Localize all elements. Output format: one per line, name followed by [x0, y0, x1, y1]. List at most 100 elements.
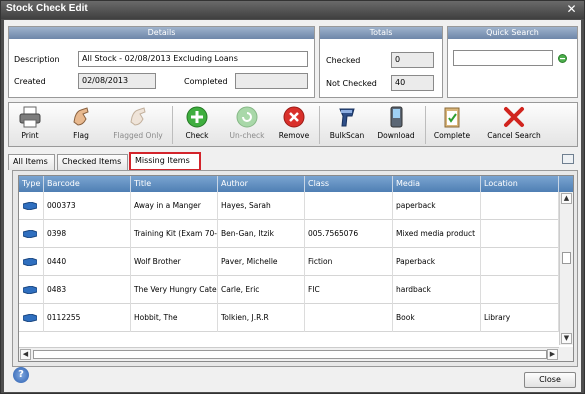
window-title: Stock Check Edit [6, 3, 88, 14]
description-field[interactable]: All Stock - 02/08/2013 Excluding Loans [78, 51, 308, 67]
barcode-cell: 0483 [44, 276, 131, 304]
table-row[interactable]: 0398 Training Kit (Exam 70- Ben-Gan, Itz… [19, 220, 559, 248]
column-header-location[interactable]: Location [481, 176, 559, 192]
class-cell: 005.7565076 [305, 220, 393, 248]
column-header-author[interactable]: Author [218, 176, 305, 192]
export-folder-icon[interactable] [562, 154, 574, 164]
type-cell [19, 220, 44, 248]
table-row[interactable]: 000373 Away in a Manger Hayes, Sarah pap… [19, 192, 559, 220]
dialog-body: Details Description All Stock - 02/08/20… [4, 20, 581, 392]
window-close-icon[interactable]: ✕ [564, 2, 579, 17]
toolbar-separator [172, 106, 173, 144]
scroll-right-icon[interactable]: ▶ [547, 349, 558, 360]
download-button[interactable]: Download [375, 105, 417, 145]
check-label: Check [185, 131, 209, 140]
created-label: Created [14, 77, 46, 86]
vertical-scroll-thumb[interactable] [562, 252, 571, 264]
table-row[interactable]: 0112255 Hobbit, The Tolkien, J.R.R Book … [19, 304, 559, 332]
remove-button[interactable]: Remove [277, 105, 311, 145]
table-row[interactable]: 0483 The Very Hungry Cate Carle, Eric FI… [19, 276, 559, 304]
quick-search-header: Quick Search [448, 27, 577, 39]
complete-button[interactable]: Complete [432, 105, 472, 145]
flagged-only-label: Flagged Only [113, 131, 163, 140]
barcode-scanner-icon [339, 108, 355, 127]
close-button[interactable]: Close [524, 372, 576, 388]
table-row[interactable]: 0440 Wolf Brother Paver, Michelle Fictio… [19, 248, 559, 276]
not-checked-count-field: 40 [391, 75, 434, 91]
vertical-scrollbar[interactable]: ▲ ▼ [559, 192, 573, 345]
cancel-search-button[interactable]: Cancel Search [484, 105, 544, 145]
book-icon [23, 230, 37, 238]
totals-group: Totals Checked 0 Not Checked 40 [319, 26, 443, 98]
printer-icon [19, 106, 41, 128]
bulkscan-button[interactable]: BulkScan [327, 105, 367, 145]
column-header-title[interactable]: Title [131, 176, 218, 192]
handheld-device-icon [390, 106, 403, 128]
author-cell: Paver, Michelle [218, 248, 305, 276]
created-field[interactable]: 02/08/2013 [78, 73, 156, 89]
complete-label: Complete [433, 131, 471, 140]
scroll-left-icon[interactable]: ◀ [20, 349, 31, 360]
toolbar-separator [319, 106, 320, 144]
title-cell: The Very Hungry Cate [131, 276, 218, 304]
book-icon [23, 314, 37, 322]
book-icon [23, 286, 37, 294]
book-icon [23, 258, 37, 266]
completed-field[interactable] [235, 73, 308, 89]
title-cell: Away in a Manger [131, 192, 218, 220]
tab-checked-items[interactable]: Checked Items [57, 154, 128, 170]
tab-strip: All Items Checked Items Missing Items [8, 152, 578, 171]
missing-items-grid: Type Barcode Title Author Class Media Lo… [18, 175, 574, 362]
media-cell: paperback [393, 192, 481, 220]
flag-label: Flag [73, 131, 89, 140]
barcode-cell: 0398 [44, 220, 131, 248]
title-cell: Hobbit, The [131, 304, 218, 332]
help-icon[interactable]: ? [13, 367, 29, 383]
checked-label: Checked [326, 56, 361, 65]
print-button[interactable]: Print [15, 105, 45, 145]
location-cell: Library [481, 304, 559, 332]
type-cell [19, 304, 44, 332]
column-header-class[interactable]: Class [305, 176, 393, 192]
uncheck-label: Un-check [229, 131, 265, 140]
media-cell: Paperback [393, 248, 481, 276]
toolbar: Print Flag Flagged Only Check Un-check R… [8, 102, 578, 147]
column-header-barcode[interactable]: Barcode [44, 176, 131, 192]
print-label: Print [21, 131, 39, 140]
flag-hand-icon [73, 107, 89, 126]
quick-search-input[interactable] [453, 50, 553, 66]
column-header-media[interactable]: Media [393, 176, 481, 192]
remove-circle-icon [283, 106, 305, 128]
check-button[interactable]: Check [179, 105, 215, 145]
author-cell: Carle, Eric [218, 276, 305, 304]
barcode-cell: 000373 [44, 192, 131, 220]
title-bar[interactable]: Stock Check Edit ✕ [1, 1, 584, 19]
class-cell [305, 304, 393, 332]
tab-missing-items[interactable]: Missing Items [129, 152, 201, 171]
scroll-down-icon[interactable]: ▼ [561, 333, 572, 344]
class-cell: Fiction [305, 248, 393, 276]
cancel-search-label: Cancel Search [487, 131, 541, 140]
horizontal-scroll-thumb[interactable] [33, 350, 547, 359]
horizontal-scrollbar[interactable]: ◀ ▶ [19, 347, 561, 361]
tab-all-items[interactable]: All Items [8, 154, 55, 170]
totals-header: Totals [320, 27, 442, 39]
grid-panel: Type Barcode Title Author Class Media Lo… [12, 170, 578, 367]
flagged-only-button[interactable]: Flagged Only [109, 105, 167, 145]
clipboard-check-icon [444, 107, 460, 128]
scroll-up-icon[interactable]: ▲ [561, 193, 572, 204]
quick-search-group: Quick Search [447, 26, 578, 98]
not-checked-label: Not Checked [326, 79, 377, 88]
flag-button[interactable]: Flag [64, 105, 98, 145]
cancel-x-icon [504, 107, 524, 127]
location-cell [481, 220, 559, 248]
search-go-icon[interactable] [558, 54, 567, 63]
scroll-corner [559, 347, 573, 361]
author-cell: Ben-Gan, Itzik [218, 220, 305, 248]
column-header-type[interactable]: Type [19, 176, 44, 192]
title-cell: Training Kit (Exam 70- [131, 220, 218, 248]
description-label: Description [14, 55, 60, 64]
details-header: Details [9, 27, 314, 39]
uncheck-button[interactable]: Un-check [225, 105, 269, 145]
bulkscan-label: BulkScan [329, 131, 365, 140]
